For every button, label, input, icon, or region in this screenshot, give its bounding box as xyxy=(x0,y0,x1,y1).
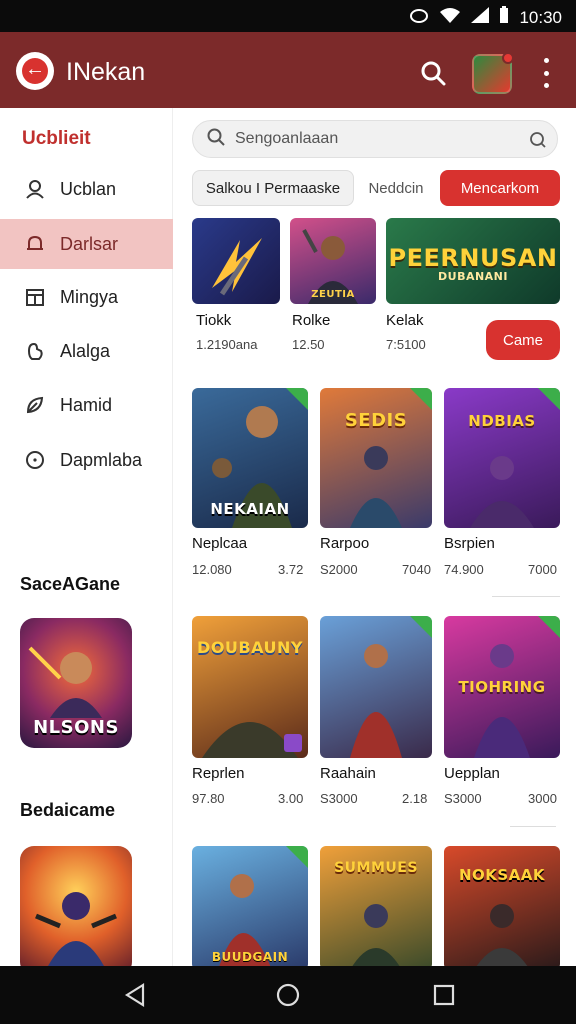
banner-subtitle: DUBANANI xyxy=(438,270,508,283)
alarm-icon xyxy=(409,7,429,28)
game-meta-right: 7000 xyxy=(528,562,557,577)
featured-game-thumbnail[interactable] xyxy=(20,846,132,976)
recents-icon[interactable] xyxy=(433,984,455,1011)
divider xyxy=(510,826,556,827)
signal-icon xyxy=(471,7,490,28)
search-icon xyxy=(207,128,225,151)
sidebar-item-label: Alalga xyxy=(60,340,111,361)
sidebar-item-mingya[interactable]: Mingya xyxy=(0,272,173,322)
status-time: 10:30 xyxy=(519,7,562,27)
featured-game-tile[interactable] xyxy=(192,218,280,304)
game-title: Rolke xyxy=(292,312,331,329)
leaf-icon xyxy=(24,394,46,416)
game-meta-left: S2000 xyxy=(320,562,358,577)
game-title: Reprlen xyxy=(192,765,245,782)
game-meta-left: 97.80 xyxy=(192,791,225,806)
game-meta-left: S3000 xyxy=(320,791,358,806)
featured-game-tile[interactable]: ZEUTIA xyxy=(290,218,376,304)
game-meta: 12.50 xyxy=(292,337,325,352)
main-content: Sengoanlaaan Salkou I Permaaske Neddcin … xyxy=(174,108,576,970)
tile-art-text: NEKAIAN xyxy=(210,500,290,518)
sidebar-item-dapmlaba[interactable]: Dapmlaba xyxy=(0,435,173,485)
game-tile[interactable]: SEDIS xyxy=(320,388,432,528)
bell-icon xyxy=(24,233,46,255)
sidebar: Ucblieit Ucblan Darlsar Mingya Alalga Ha… xyxy=(0,108,173,976)
wifi-icon xyxy=(439,7,461,28)
game-title: Uepplan xyxy=(444,765,500,782)
info-icon xyxy=(24,449,46,471)
filter-chip[interactable]: Neddcin xyxy=(356,170,436,206)
game-meta-left: S3000 xyxy=(444,791,482,806)
search-icon[interactable] xyxy=(420,60,446,86)
back-icon[interactable] xyxy=(124,983,146,1012)
filter-chip[interactable]: Salkou I Permaaske xyxy=(192,170,354,206)
sidebar-item-hamid[interactable]: Hamid xyxy=(0,380,173,430)
home-icon[interactable] xyxy=(276,983,300,1012)
app-title: INekan xyxy=(66,58,146,86)
sidebar-item-label: Mingya xyxy=(60,286,119,307)
sidebar-item-darlsar[interactable]: Darlsar xyxy=(0,219,173,269)
game-title: Neplcaa xyxy=(192,535,248,552)
tile-art-text: NDBIAS xyxy=(468,412,536,430)
game-meta-right: 3.72 xyxy=(278,562,304,577)
game-tile[interactable]: NEKAIAN xyxy=(192,388,308,528)
game-button[interactable]: Came xyxy=(486,320,560,360)
game-tile[interactable]: NDBIAS xyxy=(444,388,560,528)
system-nav-bar xyxy=(0,966,576,1024)
game-title: Raahain xyxy=(320,765,376,782)
divider xyxy=(492,596,560,597)
game-title: Bsrpien xyxy=(444,535,495,552)
sidebar-item-ucblan[interactable]: Ucblan xyxy=(0,164,173,214)
sidebar-item-label: Darlsar xyxy=(60,233,119,254)
tile-art-text: SEDIS xyxy=(344,410,408,431)
game-meta-right: 7040 xyxy=(402,562,431,577)
game-tile[interactable]: SUMMUES xyxy=(320,846,432,970)
person-icon xyxy=(24,178,46,200)
sidebar-heading: Ucblieit xyxy=(22,128,91,149)
section-title-sacegame: SaceAGane xyxy=(20,574,121,594)
battery-icon xyxy=(499,6,509,29)
tile-art-text: TIOHRING xyxy=(458,678,546,696)
search-input[interactable]: Sengoanlaaan xyxy=(192,120,558,158)
game-tile[interactable]: DOUBAUNY xyxy=(192,616,308,758)
game-meta-left: 74.900 xyxy=(444,562,484,577)
featured-banner-tile[interactable]: PEERNUSAN DUBANANI xyxy=(386,218,560,304)
tile-art-text: BUUDGAIN xyxy=(211,950,289,964)
search-placeholder: Sengoanlaaan xyxy=(235,130,339,147)
app-bar: ← INekan xyxy=(0,32,576,108)
game-meta-right: 3.00 xyxy=(278,791,304,806)
search-clear-icon[interactable] xyxy=(529,131,547,149)
game-tile[interactable] xyxy=(320,616,432,758)
status-bar: 10:30 xyxy=(0,0,576,32)
game-meta-right: 3000 xyxy=(528,791,557,806)
notification-dot xyxy=(502,52,514,64)
filter-chip-active[interactable]: Mencarkom xyxy=(440,170,560,206)
profile-avatar[interactable] xyxy=(472,52,514,94)
game-meta: 7:5100 xyxy=(386,337,426,352)
app-logo-icon[interactable]: ← xyxy=(16,52,54,90)
sidebar-item-label: Hamid xyxy=(60,394,113,415)
game-meta-left: 12.080 xyxy=(192,562,232,577)
game-title: Kelak xyxy=(386,312,424,329)
game-tile[interactable]: NOKSAAK xyxy=(444,846,560,970)
game-meta: 1.2190ana xyxy=(196,337,258,352)
sidebar-item-alalga[interactable]: Alalga xyxy=(0,326,173,376)
game-title: Tiokk xyxy=(196,312,232,329)
featured-game-thumbnail[interactable]: NLSONS xyxy=(20,618,132,748)
calendar-icon xyxy=(24,286,46,308)
thumbnail-title: NLSONS xyxy=(33,717,119,738)
more-options-icon[interactable] xyxy=(535,58,557,88)
sidebar-item-label: Ucblan xyxy=(60,178,117,199)
section-title-bedaicame: Bedaicame xyxy=(20,800,116,820)
game-title: Rarpoo xyxy=(320,535,370,552)
game-tile[interactable]: BUUDGAIN xyxy=(192,846,308,970)
sidebar-item-label: Dapmlaba xyxy=(60,449,143,470)
tile-art-text: DOUBAUNY xyxy=(197,638,303,657)
hand-icon xyxy=(24,340,46,362)
tile-art-text: ZEUTIA xyxy=(311,289,355,300)
game-tile[interactable]: TIOHRING xyxy=(444,616,560,758)
banner-title: PEERNUSAN xyxy=(388,244,558,272)
game-meta-right: 2.18 xyxy=(402,791,428,806)
status-icons: 10:30 xyxy=(409,6,562,29)
